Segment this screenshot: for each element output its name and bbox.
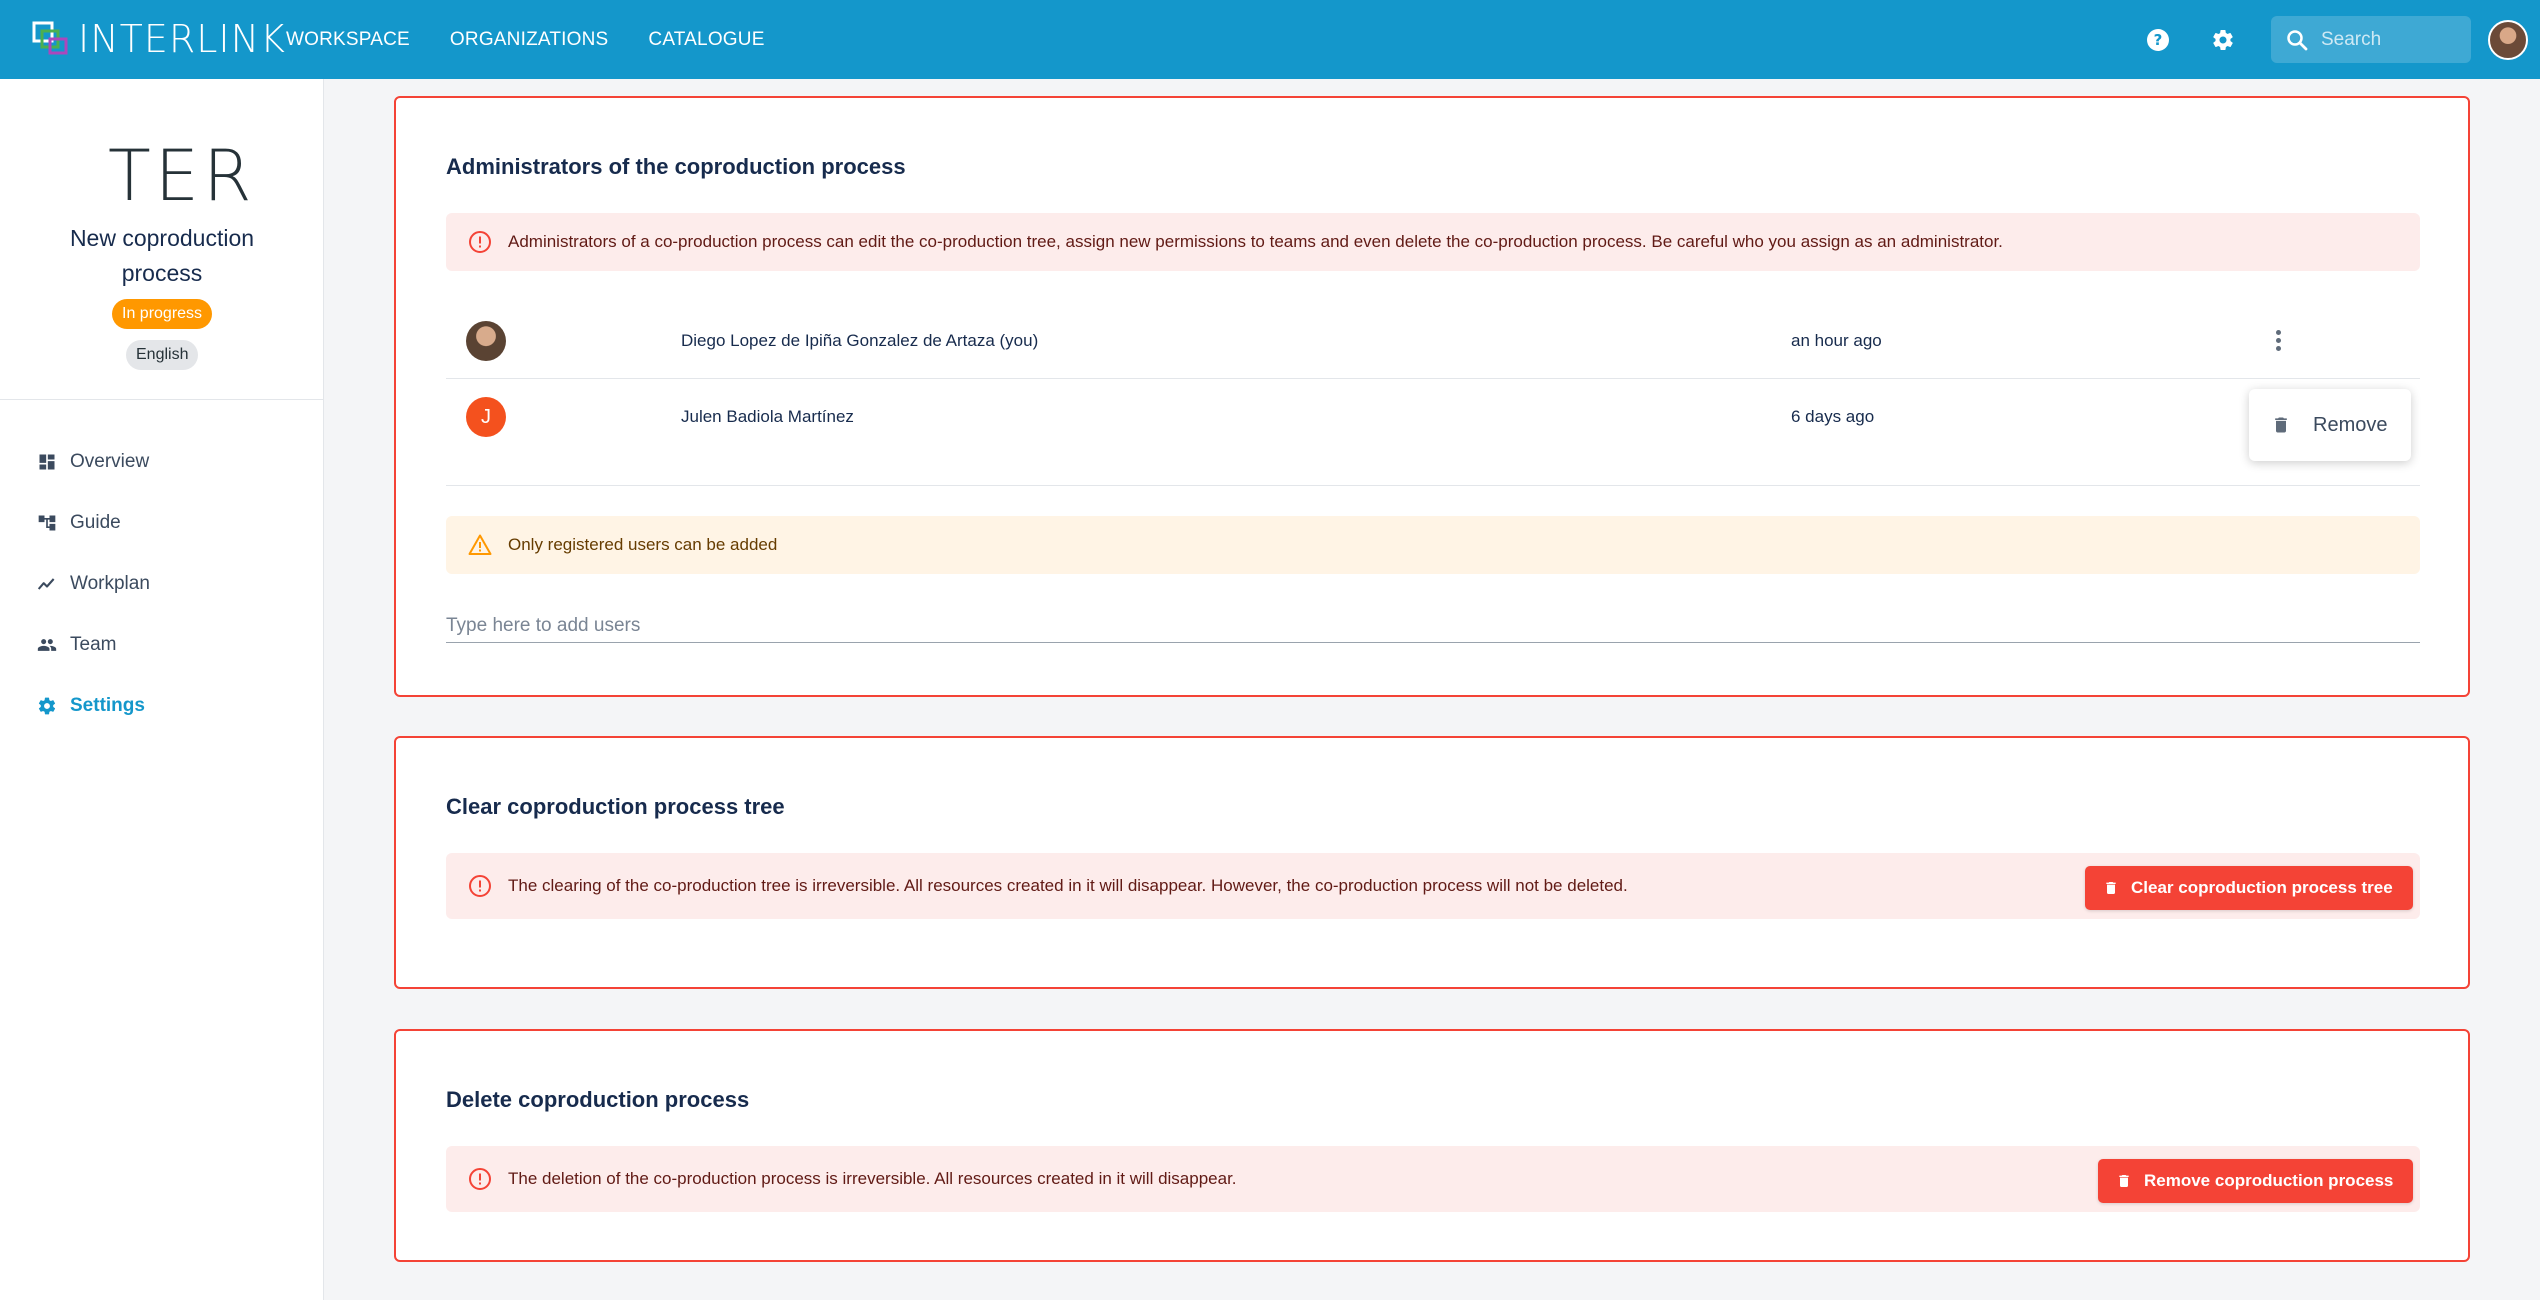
administrators-alert: Administrators of a co-production proces…: [446, 213, 2420, 271]
sidebar-item-label: Workplan: [70, 572, 150, 594]
dashboard-icon: [36, 451, 58, 473]
admin-time: an hour ago: [1791, 330, 1882, 350]
sidebar-item-label: Overview: [70, 450, 150, 472]
administrators-alert-text: Administrators of a co-production proces…: [508, 232, 2003, 251]
registered-users-warning: Only registered users can be added: [446, 516, 2420, 574]
remove-menu-item[interactable]: Remove: [2249, 389, 2411, 461]
clear-tree-button-label: Clear coproduction process tree: [2131, 878, 2393, 897]
remove-process-button[interactable]: Remove coproduction process: [2098, 1159, 2414, 1203]
avatar: [466, 320, 506, 361]
sidebar-nav: Overview Guide Workplan Team Settings: [0, 431, 323, 736]
project-name: New coproduction process: [69, 225, 255, 286]
trash-icon: [2116, 1171, 2132, 1191]
sidebar: TER New coproduction process In progress…: [0, 79, 324, 1300]
sidebar-item-label: Guide: [70, 511, 121, 533]
sidebar-divider: [0, 399, 323, 400]
administrators-card: Administrators of the coproduction proce…: [394, 96, 2470, 697]
search-input[interactable]: [2321, 28, 2461, 51]
admin-time: 6 days ago: [1791, 407, 1875, 426]
clear-tree-card: Clear coproduction process tree The clea…: [394, 736, 2470, 989]
trash-icon: [2275, 417, 2287, 433]
timeline-icon: [36, 573, 58, 595]
project-logo: TER: [108, 135, 256, 217]
sidebar-item-guide[interactable]: Guide: [0, 492, 323, 553]
settings-button[interactable]: [2207, 24, 2239, 56]
language-badge: English: [126, 340, 199, 370]
nav-catalogue[interactable]: CATALOGUE: [648, 29, 764, 51]
avatar: J: [466, 397, 506, 437]
clear-tree-button[interactable]: Clear coproduction process tree: [2085, 866, 2413, 910]
admin-name: Diego Lopez de Ipiña Gonzalez de Artaza …: [681, 330, 1039, 350]
interlink-logo-icon: [32, 21, 68, 55]
divider: [446, 485, 2420, 486]
table-row: J Julen Badiola Martínez 6 days ago: [446, 379, 2420, 455]
sidebar-item-settings[interactable]: Settings: [0, 675, 323, 736]
people-icon: [36, 634, 58, 656]
help-icon: ?: [2147, 29, 2169, 51]
svg-text:?: ?: [2154, 31, 2163, 49]
gear-icon: [36, 695, 58, 717]
trash-icon: [2103, 878, 2119, 898]
search-box[interactable]: [2271, 16, 2471, 63]
admin-name: Julen Badiola Martínez: [681, 407, 854, 426]
search-icon: [2287, 29, 2308, 50]
remove-label: Remove: [2313, 413, 2388, 436]
warning-icon: [468, 533, 492, 557]
sidebar-item-team[interactable]: Team: [0, 614, 323, 675]
error-outline-icon: [468, 230, 492, 254]
interlink-logo[interactable]: INTERLINK: [32, 14, 286, 64]
sidebar-item-overview[interactable]: Overview: [0, 431, 323, 492]
gear-icon: [2213, 30, 2233, 51]
nav-organizations[interactable]: ORGANIZATIONS: [450, 29, 608, 51]
main-nav: WORKSPACE ORGANIZATIONS CATALOGUE: [286, 0, 805, 79]
tree-icon: [36, 512, 58, 534]
more-vert-icon[interactable]: [2266, 326, 2290, 356]
warning-text: Only registered users can be added: [508, 535, 778, 554]
user-avatar[interactable]: [2488, 20, 2528, 60]
table-row: Diego Lopez de Ipiña Gonzalez de Artaza …: [446, 303, 2420, 379]
status-badge: In progress: [112, 299, 213, 329]
sidebar-item-label: Team: [70, 633, 117, 655]
delete-process-card: Delete coproduction process The deletion…: [394, 1029, 2470, 1262]
error-outline-icon: [468, 874, 492, 898]
delete-process-alert-text: The deletion of the co-production proces…: [508, 1169, 1237, 1188]
clear-tree-title: Clear coproduction process tree: [446, 794, 785, 819]
administrators-title: Administrators of the coproduction proce…: [446, 154, 906, 179]
sidebar-item-workplan[interactable]: Workplan: [0, 553, 323, 614]
help-button[interactable]: ?: [2142, 24, 2174, 56]
delete-process-title: Delete coproduction process: [446, 1087, 750, 1112]
sidebar-item-label: Settings: [70, 694, 145, 716]
error-outline-icon: [468, 1167, 492, 1191]
nav-workspace[interactable]: WORKSPACE: [286, 29, 410, 51]
clear-tree-alert-text: The clearing of the co-production tree i…: [508, 876, 1628, 895]
logo-text: INTERLINK: [78, 17, 286, 61]
top-app-bar: INTERLINK WORKSPACE ORGANIZATIONS CATALO…: [0, 0, 2540, 79]
remove-process-button-label: Remove coproduction process: [2144, 1171, 2394, 1190]
add-users-input[interactable]: [446, 609, 2420, 643]
